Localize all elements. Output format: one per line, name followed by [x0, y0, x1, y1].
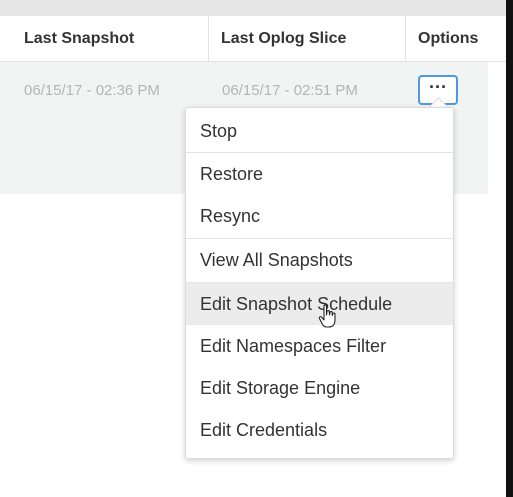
window-edge	[506, 0, 513, 497]
top-bar	[0, 0, 513, 16]
menu-item-edit-credentials[interactable]: Edit Credentials	[186, 409, 453, 451]
menu-item-stop[interactable]: Stop	[186, 110, 453, 152]
table-header: Last Snapshot Last Oplog Slice Options	[0, 16, 506, 62]
header-last-oplog-slice: Last Oplog Slice	[208, 16, 404, 61]
options-menu: Stop Restore Resync View All Snapshots E…	[185, 107, 454, 459]
cell-last-snapshot: 06/15/17 - 02:36 PM	[24, 82, 160, 99]
menu-item-edit-namespaces-filter[interactable]: Edit Namespaces Filter	[186, 325, 453, 367]
header-last-snapshot: Last Snapshot	[24, 30, 135, 47]
menu-item-edit-storage-engine[interactable]: Edit Storage Engine	[186, 367, 453, 409]
cell-last-oplog-slice: 06/15/17 - 02:51 PM	[222, 82, 358, 99]
hand-pointer-icon	[318, 304, 336, 328]
menu-item-resync[interactable]: Resync	[186, 195, 453, 237]
header-options: Options	[405, 16, 506, 61]
menu-item-view-all-snapshots[interactable]: View All Snapshots	[186, 239, 453, 281]
menu-item-restore[interactable]: Restore	[186, 153, 453, 195]
